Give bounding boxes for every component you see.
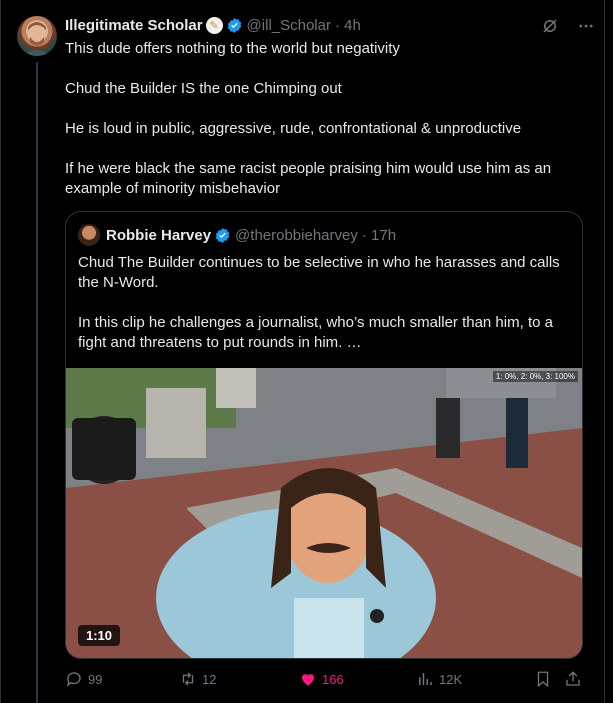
bookmark-button[interactable] xyxy=(534,670,552,688)
author-handle[interactable]: @ill_Scholar xyxy=(247,17,331,34)
header-actions xyxy=(541,17,595,35)
like-count: 166 xyxy=(322,671,344,687)
tweet-paragraph: He is loud in public, aggressive, rude, … xyxy=(65,120,522,137)
share-button[interactable] xyxy=(564,670,582,688)
verified-icon xyxy=(227,18,241,33)
tweet-body: This dude offers nothing to the world bu… xyxy=(65,39,585,219)
tweet-actions: 99 12 166 12K xyxy=(65,670,585,694)
tweet-paragraph: If he were black the same racist people … xyxy=(65,160,552,197)
grok-icon[interactable] xyxy=(541,17,559,35)
tweet-header: Illegitimate Scholar ✎ @ill_Scholar · 4h xyxy=(65,17,361,34)
quoted-paragraph: Chud The Builder continues to be selecti… xyxy=(78,254,560,291)
views-button[interactable]: 12K xyxy=(416,670,462,688)
repost-icon xyxy=(182,672,194,686)
reply-button[interactable]: 99 xyxy=(65,670,102,688)
reply-count: 99 xyxy=(88,671,103,687)
author-name[interactable]: Illegitimate Scholar xyxy=(65,17,203,34)
share-icon xyxy=(566,671,580,686)
quoted-author-name: Robbie Harvey xyxy=(106,226,212,244)
reply-icon xyxy=(66,672,81,687)
author-avatar[interactable] xyxy=(17,16,57,56)
video-player[interactable]: 1: 0%, 2: 0%, 3: 100% 1:10 xyxy=(66,368,582,658)
like-button[interactable]: 166 xyxy=(299,670,344,688)
repost-count: 12 xyxy=(202,671,217,687)
affiliate-badge-icon: ✎ xyxy=(205,17,223,34)
video-stats-overlay: 1: 0%, 2: 0%, 3: 100% xyxy=(492,371,578,382)
bookmark-icon xyxy=(537,671,549,688)
quoted-tweet-timestamp: · 17h xyxy=(361,226,397,244)
quoted-tweet[interactable]: Robbie Harvey @therobbieharvey · 17h Chu… xyxy=(65,211,583,659)
like-icon xyxy=(302,674,314,686)
tweet-paragraph: Chud the Builder IS the one Chimping out xyxy=(65,80,342,97)
video-frame xyxy=(66,368,582,658)
quoted-author-avatar xyxy=(78,224,100,246)
video-duration: 1:10 xyxy=(78,625,121,646)
repost-button[interactable]: 12 xyxy=(179,670,216,688)
avatar-image xyxy=(23,22,51,56)
quoted-paragraph: In this clip he challenges a journalist,… xyxy=(78,314,553,351)
more-icon[interactable] xyxy=(577,17,595,35)
quoted-tweet-body: Chud The Builder continues to be selecti… xyxy=(78,253,570,373)
view-count: 12K xyxy=(439,671,463,687)
views-icon xyxy=(419,673,432,685)
quoted-tweet-header: Robbie Harvey @therobbieharvey · 17h xyxy=(78,224,396,246)
verified-icon xyxy=(215,227,230,243)
quoted-author-handle: @therobbieharvey xyxy=(235,226,358,244)
thread-line xyxy=(36,62,38,703)
tweet-timestamp[interactable]: · 4h xyxy=(335,17,361,34)
tweet-paragraph: This dude offers nothing to the world bu… xyxy=(65,40,400,57)
